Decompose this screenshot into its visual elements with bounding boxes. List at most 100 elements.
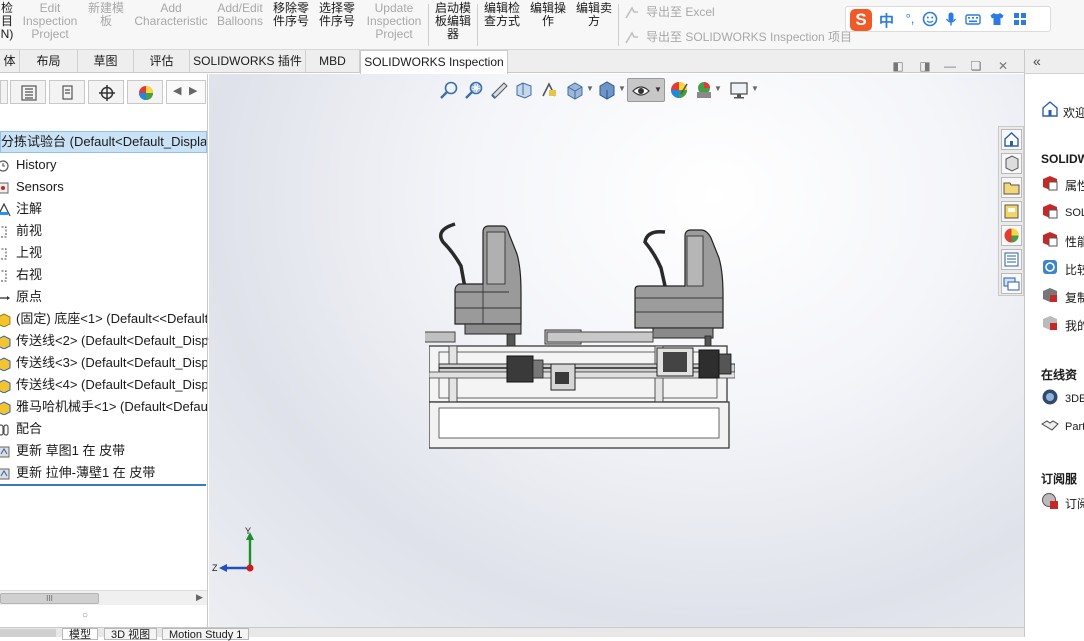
ime-punct-toggle[interactable]: °, xyxy=(902,11,918,27)
previous-view-icon[interactable] xyxy=(489,80,509,100)
panel-tab-partial[interactable] xyxy=(0,80,8,104)
tree-item-robot-arm[interactable]: 雅马哈机械手<1> (Default<Defau xyxy=(0,396,207,418)
subscription-link[interactable]: 订阅 xyxy=(1065,495,1084,512)
tp-tab-home[interactable] xyxy=(1001,129,1022,150)
zoom-to-fit-icon[interactable] xyxy=(439,80,459,100)
property-manager-tab[interactable] xyxy=(49,80,85,104)
tab-layout[interactable]: 布局 xyxy=(20,50,78,73)
edit-operation-button[interactable]: 编辑操 作 xyxy=(526,2,570,28)
ime-mode-toggle[interactable]: 中 xyxy=(879,10,894,31)
select-balloons-button[interactable]: 选择零 件序号 xyxy=(316,2,358,28)
tab-mbd[interactable]: MBD xyxy=(306,50,360,73)
tree-item-base-part[interactable]: (固定) 底座<1> (Default<<Default xyxy=(0,308,207,330)
scroll-right-icon[interactable]: ▶ xyxy=(189,84,197,97)
tool-link-solidworks-rx[interactable]: SOL xyxy=(1065,207,1084,219)
dropdown-arrow-icon[interactable]: ▼ xyxy=(654,85,662,94)
restore-pane-icon[interactable]: ◧ xyxy=(890,58,906,74)
edit-inspection-method-button[interactable]: 编辑检 查方式 xyxy=(480,2,524,28)
display-manager-tab[interactable] xyxy=(127,80,163,104)
apply-scene-icon[interactable] xyxy=(694,80,714,100)
scroll-left-icon[interactable]: ◀ xyxy=(173,84,181,97)
section-view-icon[interactable] xyxy=(514,80,534,100)
tool-link-my[interactable]: 我的 xyxy=(1065,317,1084,334)
feature-tree-tab[interactable] xyxy=(10,80,46,104)
tp-tab-resources[interactable] xyxy=(1001,153,1022,174)
scroll-right-arrow-icon[interactable]: ▶ xyxy=(196,592,203,603)
remove-balloons-button[interactable]: 移除零 件序号 xyxy=(270,2,312,28)
launch-template-editor-button[interactable]: 启动模 板编辑 器 xyxy=(431,2,475,41)
close-icon[interactable]: ✕ xyxy=(995,58,1011,74)
tree-item-right-plane[interactable]: 右视 xyxy=(0,264,207,286)
panel-scroll-arrows[interactable]: ◀ ▶ xyxy=(166,80,206,104)
expand-pane-icon[interactable]: ◨ xyxy=(917,58,933,74)
view-settings-icon[interactable] xyxy=(729,80,749,100)
ime-toolbar[interactable]: S 中 °, xyxy=(845,6,1051,32)
tp-tab-custom-properties[interactable] xyxy=(1001,249,1022,270)
online-link-partner[interactable]: Part xyxy=(1065,421,1084,433)
tree-item-history[interactable]: History xyxy=(0,154,207,176)
add-characteristic-button[interactable]: Add Characteristic xyxy=(133,2,209,28)
tree-item-mates[interactable]: 配合 xyxy=(0,418,207,440)
scrollbar-thumb[interactable]: III xyxy=(0,593,99,604)
tp-tab-design-library[interactable] xyxy=(1001,177,1022,198)
keyboard-icon[interactable] xyxy=(965,11,981,27)
collapse-pane-icon[interactable]: « xyxy=(1033,53,1041,69)
tab-3d-views[interactable]: 3D 视图 xyxy=(104,628,158,641)
tool-link-copy[interactable]: 复制 xyxy=(1065,289,1084,306)
skin-icon[interactable] xyxy=(989,11,1005,27)
add-edit-balloons-button[interactable]: Add/Edit Balloons xyxy=(214,2,266,28)
export-excel-button[interactable]: 导出至 Excel xyxy=(624,3,715,20)
tab-motion-study[interactable]: Motion Study 1 xyxy=(162,628,250,641)
toolbox-icon[interactable] xyxy=(1012,11,1028,27)
tree-item-update-extrude[interactable]: 更新 拉伸-薄壁1 在 皮带 xyxy=(0,462,207,484)
tab-scroll-buttons[interactable] xyxy=(0,629,56,637)
tab-model[interactable]: 模型 xyxy=(62,628,98,641)
update-inspection-project-button[interactable]: Update Inspection Project xyxy=(362,2,426,41)
tree-item-conveyor-3[interactable]: 传送线<3> (Default<Default_Disp xyxy=(0,352,207,374)
online-link-3dexperience[interactable]: 3DE xyxy=(1065,393,1084,405)
welcome-link[interactable]: 欢迎 xyxy=(1063,104,1084,121)
tool-link-properties[interactable]: 属性 xyxy=(1065,177,1084,194)
tree-item-conveyor-2[interactable]: 传送线<2> (Default<Default_Disp xyxy=(0,330,207,352)
maximize-icon[interactable]: ❏ xyxy=(968,58,984,74)
zoom-to-area-icon[interactable] xyxy=(464,80,484,100)
graphics-viewport[interactable]: ▼ ▼ ▼ ▼ ▼ Y Z xyxy=(209,74,1024,627)
tree-item-front-plane[interactable]: 前视 xyxy=(0,220,207,242)
dropdown-arrow-icon[interactable]: ▼ xyxy=(714,84,722,93)
emoji-icon[interactable] xyxy=(922,11,938,27)
tp-tab-file-explorer[interactable] xyxy=(1001,201,1022,222)
dropdown-arrow-icon[interactable]: ▼ xyxy=(618,84,626,93)
inspection-project-button[interactable]: 检 目 N) xyxy=(0,2,14,41)
view-orientation-icon[interactable] xyxy=(565,80,585,100)
microphone-icon[interactable] xyxy=(943,11,959,27)
tree-rollback-bar[interactable] xyxy=(0,484,206,486)
dynamic-annotation-icon[interactable] xyxy=(539,80,559,100)
edit-inspection-project-button[interactable]: Edit Inspection Project xyxy=(19,2,81,41)
export-inspection-button[interactable]: 导出至 SOLIDWORKS Inspection 项目 xyxy=(624,28,852,45)
minimize-icon[interactable]: — xyxy=(942,58,958,74)
tab-solidworks-inspection[interactable]: SOLIDWORKS Inspection xyxy=(360,50,508,74)
edit-appearance-icon[interactable] xyxy=(669,80,689,100)
edit-vendor-button[interactable]: 编辑卖 方 xyxy=(572,2,616,28)
assembly-root-node[interactable]: 分拣试验台 (Default<Default_Display xyxy=(0,131,207,153)
tp-tab-forum[interactable] xyxy=(1001,273,1022,294)
tree-item-update-sketch[interactable]: 更新 草图1 在 皮带 xyxy=(0,440,207,462)
configuration-manager-tab[interactable] xyxy=(88,80,124,104)
tool-link-performance[interactable]: 性能 xyxy=(1065,233,1084,250)
tree-horizontal-scrollbar[interactable]: III ▶ xyxy=(0,590,207,605)
tab-solidworks-addins[interactable]: SOLIDWORKS 插件 xyxy=(190,50,306,73)
tree-item-top-plane[interactable]: 上视 xyxy=(0,242,207,264)
tree-item-sensors[interactable]: Sensors xyxy=(0,176,207,198)
new-template-button[interactable]: 新建模 板 xyxy=(84,2,128,28)
tree-item-conveyor-4[interactable]: 传送线<4> (Default<Default_Disp xyxy=(0,374,207,396)
display-style-icon[interactable] xyxy=(597,80,617,100)
tp-tab-appearances[interactable] xyxy=(1001,225,1022,246)
dropdown-arrow-icon[interactable]: ▼ xyxy=(751,84,759,93)
hide-show-items-button[interactable]: ▼ xyxy=(627,78,665,102)
tool-link-compare[interactable]: 比较 xyxy=(1065,261,1084,278)
splitter-handle-icon[interactable]: ○ xyxy=(82,610,88,621)
dropdown-arrow-icon[interactable]: ▼ xyxy=(586,84,594,93)
tab-features[interactable]: 体 xyxy=(0,50,20,73)
tab-sketch[interactable]: 草图 xyxy=(78,50,134,73)
tree-item-annotations[interactable]: 注解 xyxy=(0,198,207,220)
